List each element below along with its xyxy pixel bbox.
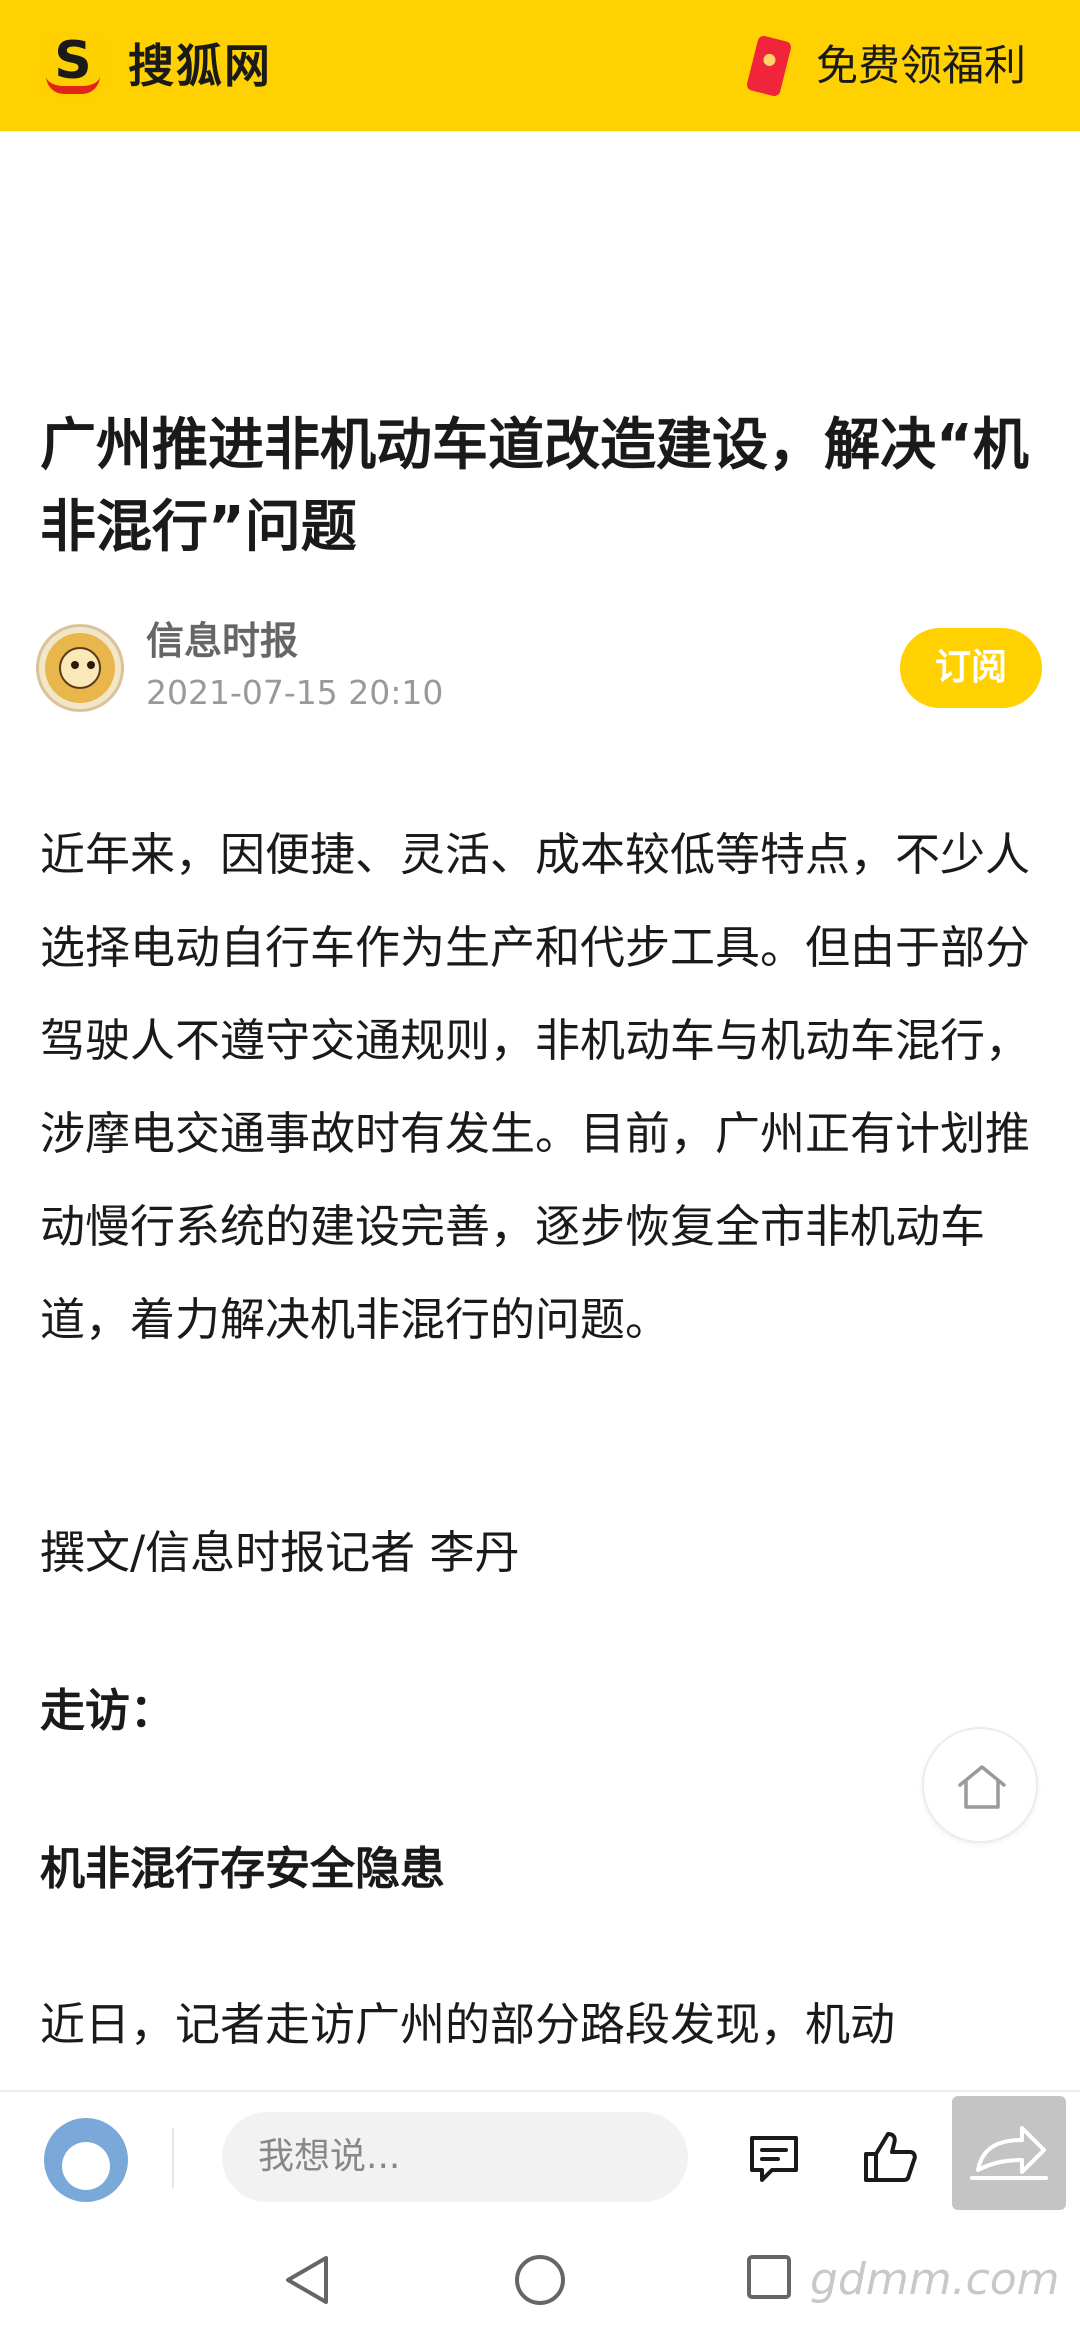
back-icon[interactable] bbox=[282, 2252, 332, 2308]
top-header: S 搜狐网 免费领福利 bbox=[0, 0, 1080, 131]
free-welfare-link[interactable]: 免费领福利 bbox=[816, 36, 1026, 96]
brand-name[interactable]: 搜狐网 bbox=[128, 34, 272, 98]
publish-time: 2021-07-15 20:10 bbox=[146, 673, 444, 712]
article-title: 广州推进非机动车道改造建设，解决“机非混行”问题 bbox=[40, 413, 1029, 560]
section-heading: 走访： bbox=[40, 1684, 176, 1737]
comment-input[interactable]: 我想说... bbox=[222, 2112, 688, 2202]
sohu-logo-icon[interactable]: S bbox=[40, 32, 106, 98]
house-icon bbox=[958, 1765, 1006, 1809]
home-circle-icon[interactable] bbox=[512, 2252, 568, 2308]
thumbs-up-icon[interactable] bbox=[858, 2126, 922, 2190]
section-subheading: 机非混行存安全隐患 bbox=[40, 1842, 446, 1895]
comment-list-icon[interactable] bbox=[742, 2126, 806, 2190]
watermark: gdmm.com bbox=[810, 2254, 1060, 2305]
author-credit: 撰文/信息时报记者 李丹 bbox=[40, 1526, 520, 1579]
source-avatar[interactable] bbox=[36, 624, 124, 712]
share-icon bbox=[970, 2126, 1048, 2180]
source-name[interactable]: 信息时报 bbox=[146, 614, 298, 668]
user-avatar-icon[interactable] bbox=[44, 2118, 128, 2202]
subscribe-button[interactable]: 订阅 bbox=[900, 628, 1042, 708]
article-paragraph: 近日，记者走访广州的部分路段发现，机动 bbox=[40, 1998, 896, 2051]
divider bbox=[172, 2128, 174, 2188]
recents-icon[interactable] bbox=[744, 2252, 794, 2302]
article-paragraph: 近年来，因便捷、灵活、成本较低等特点，不少人选择电动自行车作为生产和代步工具。但… bbox=[40, 828, 1031, 1346]
home-float-button[interactable] bbox=[922, 1727, 1038, 1843]
red-packet-icon[interactable] bbox=[745, 34, 793, 98]
share-button[interactable] bbox=[952, 2096, 1066, 2210]
